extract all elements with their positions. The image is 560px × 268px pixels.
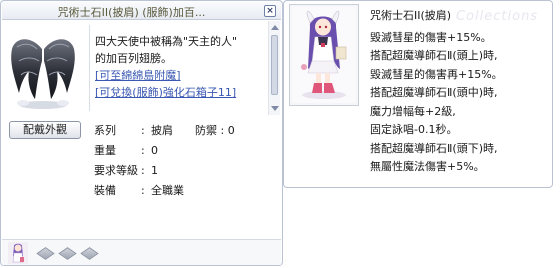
item-info-window: 咒術士石II(披肩) (服飾)加百... × 配戴外觀 四大天使中被稱為"天主的… [0, 0, 283, 266]
card-slot-bar [2, 239, 281, 265]
scroll-thumb[interactable] [271, 35, 278, 95]
type-value: 披肩 [151, 124, 173, 137]
property-row-weight: 重量 : 0 [89, 141, 279, 161]
card-info-window: Collections 咒術士石II(披肩) 毀滅彗星的傷害+15%。 搭配超魔… [283, 0, 553, 188]
description-line: 的加百列翅膀。 [95, 52, 172, 65]
item-description: 四大天使中被稱為"天主的人" 的加百列翅膀。 [可至綿綿島附魔] [可兌換(服飾… [89, 25, 265, 111]
card-slot-icon[interactable] [80, 247, 99, 260]
card-illustration [292, 7, 356, 103]
item-title: 咒術士石II(披肩) (服飾)加百... [57, 6, 206, 19]
enchant-link[interactable]: [可至綿綿島附魔] [95, 67, 265, 84]
card-effect-line: 毀滅彗星的傷害再+15%。 [370, 67, 503, 81]
card-effect-line: 搭配超魔導師石Ⅱ(頭中)時, [370, 86, 498, 99]
close-icon[interactable]: × [264, 5, 276, 17]
card-slot-icon[interactable] [36, 247, 55, 260]
card-effect-line: 搭配超魔導師石Ⅱ(頭下)時, [370, 141, 498, 155]
level-value: 1 [151, 164, 158, 177]
property-row-type: 系列 : 披肩 防禦 : 0 [89, 121, 279, 141]
scroll-down-arrow-icon[interactable] [271, 106, 279, 111]
card-effect-text: 咒術士石II(披肩) 毀滅彗星的傷害+15%。 搭配超魔導師石Ⅱ(頭上)時, 毀… [370, 7, 550, 177]
defense-value: 0 [227, 124, 235, 137]
property-row-level: 要求等級 : 1 [89, 161, 279, 181]
separator: : [141, 144, 145, 157]
card-effect-line: 搭配超魔導師石Ⅱ(頭上)時, [370, 49, 498, 62]
card-frame [289, 4, 359, 106]
description-line: 四大天使中被稱為"天主的人" [95, 35, 238, 48]
card-slot-icon[interactable] [58, 247, 77, 260]
scroll-up-arrow-icon[interactable] [271, 25, 279, 30]
weight-label: 重量 [94, 144, 116, 157]
separator: : [220, 124, 225, 137]
defense-text: 防禦 : 0 [195, 121, 235, 141]
separator: : [141, 164, 145, 177]
description-scrollbar[interactable] [268, 21, 280, 115]
exchange-link[interactable]: [可兌換(服飾)強化石箱子11] [95, 84, 265, 101]
item-title-bar[interactable]: 咒術士石II(披肩) (服飾)加百... × [2, 2, 281, 20]
separator: : [141, 184, 145, 197]
type-label: 系列 [94, 124, 116, 137]
item-properties: 系列 : 披肩 防禦 : 0 重量 : 0 要求等級 : 1 裝備 : 全職業 [89, 121, 279, 201]
card-title: 咒術士石II(披肩) [370, 9, 452, 22]
card-effect-line: 魔力增幅每+2級, [370, 104, 456, 118]
item-wings-image [11, 39, 75, 109]
separator: : [141, 124, 145, 137]
card-effect-line: 固定詠唱-0.1秒。 [370, 123, 458, 136]
level-label: 要求等級 [94, 164, 138, 177]
card-effect-line: 無屬性魔法傷害+5%。 [370, 160, 485, 173]
equip-label: 裝備 [94, 184, 116, 197]
property-row-equip: 裝備 : 全職業 [89, 181, 279, 201]
card-thumbnail-icon[interactable] [8, 242, 28, 264]
defense-label: 防禦 [195, 124, 217, 137]
card-effect-line: 毀滅彗星的傷害+15%。 [370, 30, 492, 44]
equip-appearance-button[interactable]: 配戴外觀 [9, 121, 81, 139]
weight-value: 0 [151, 144, 158, 157]
equip-value: 全職業 [151, 184, 184, 197]
